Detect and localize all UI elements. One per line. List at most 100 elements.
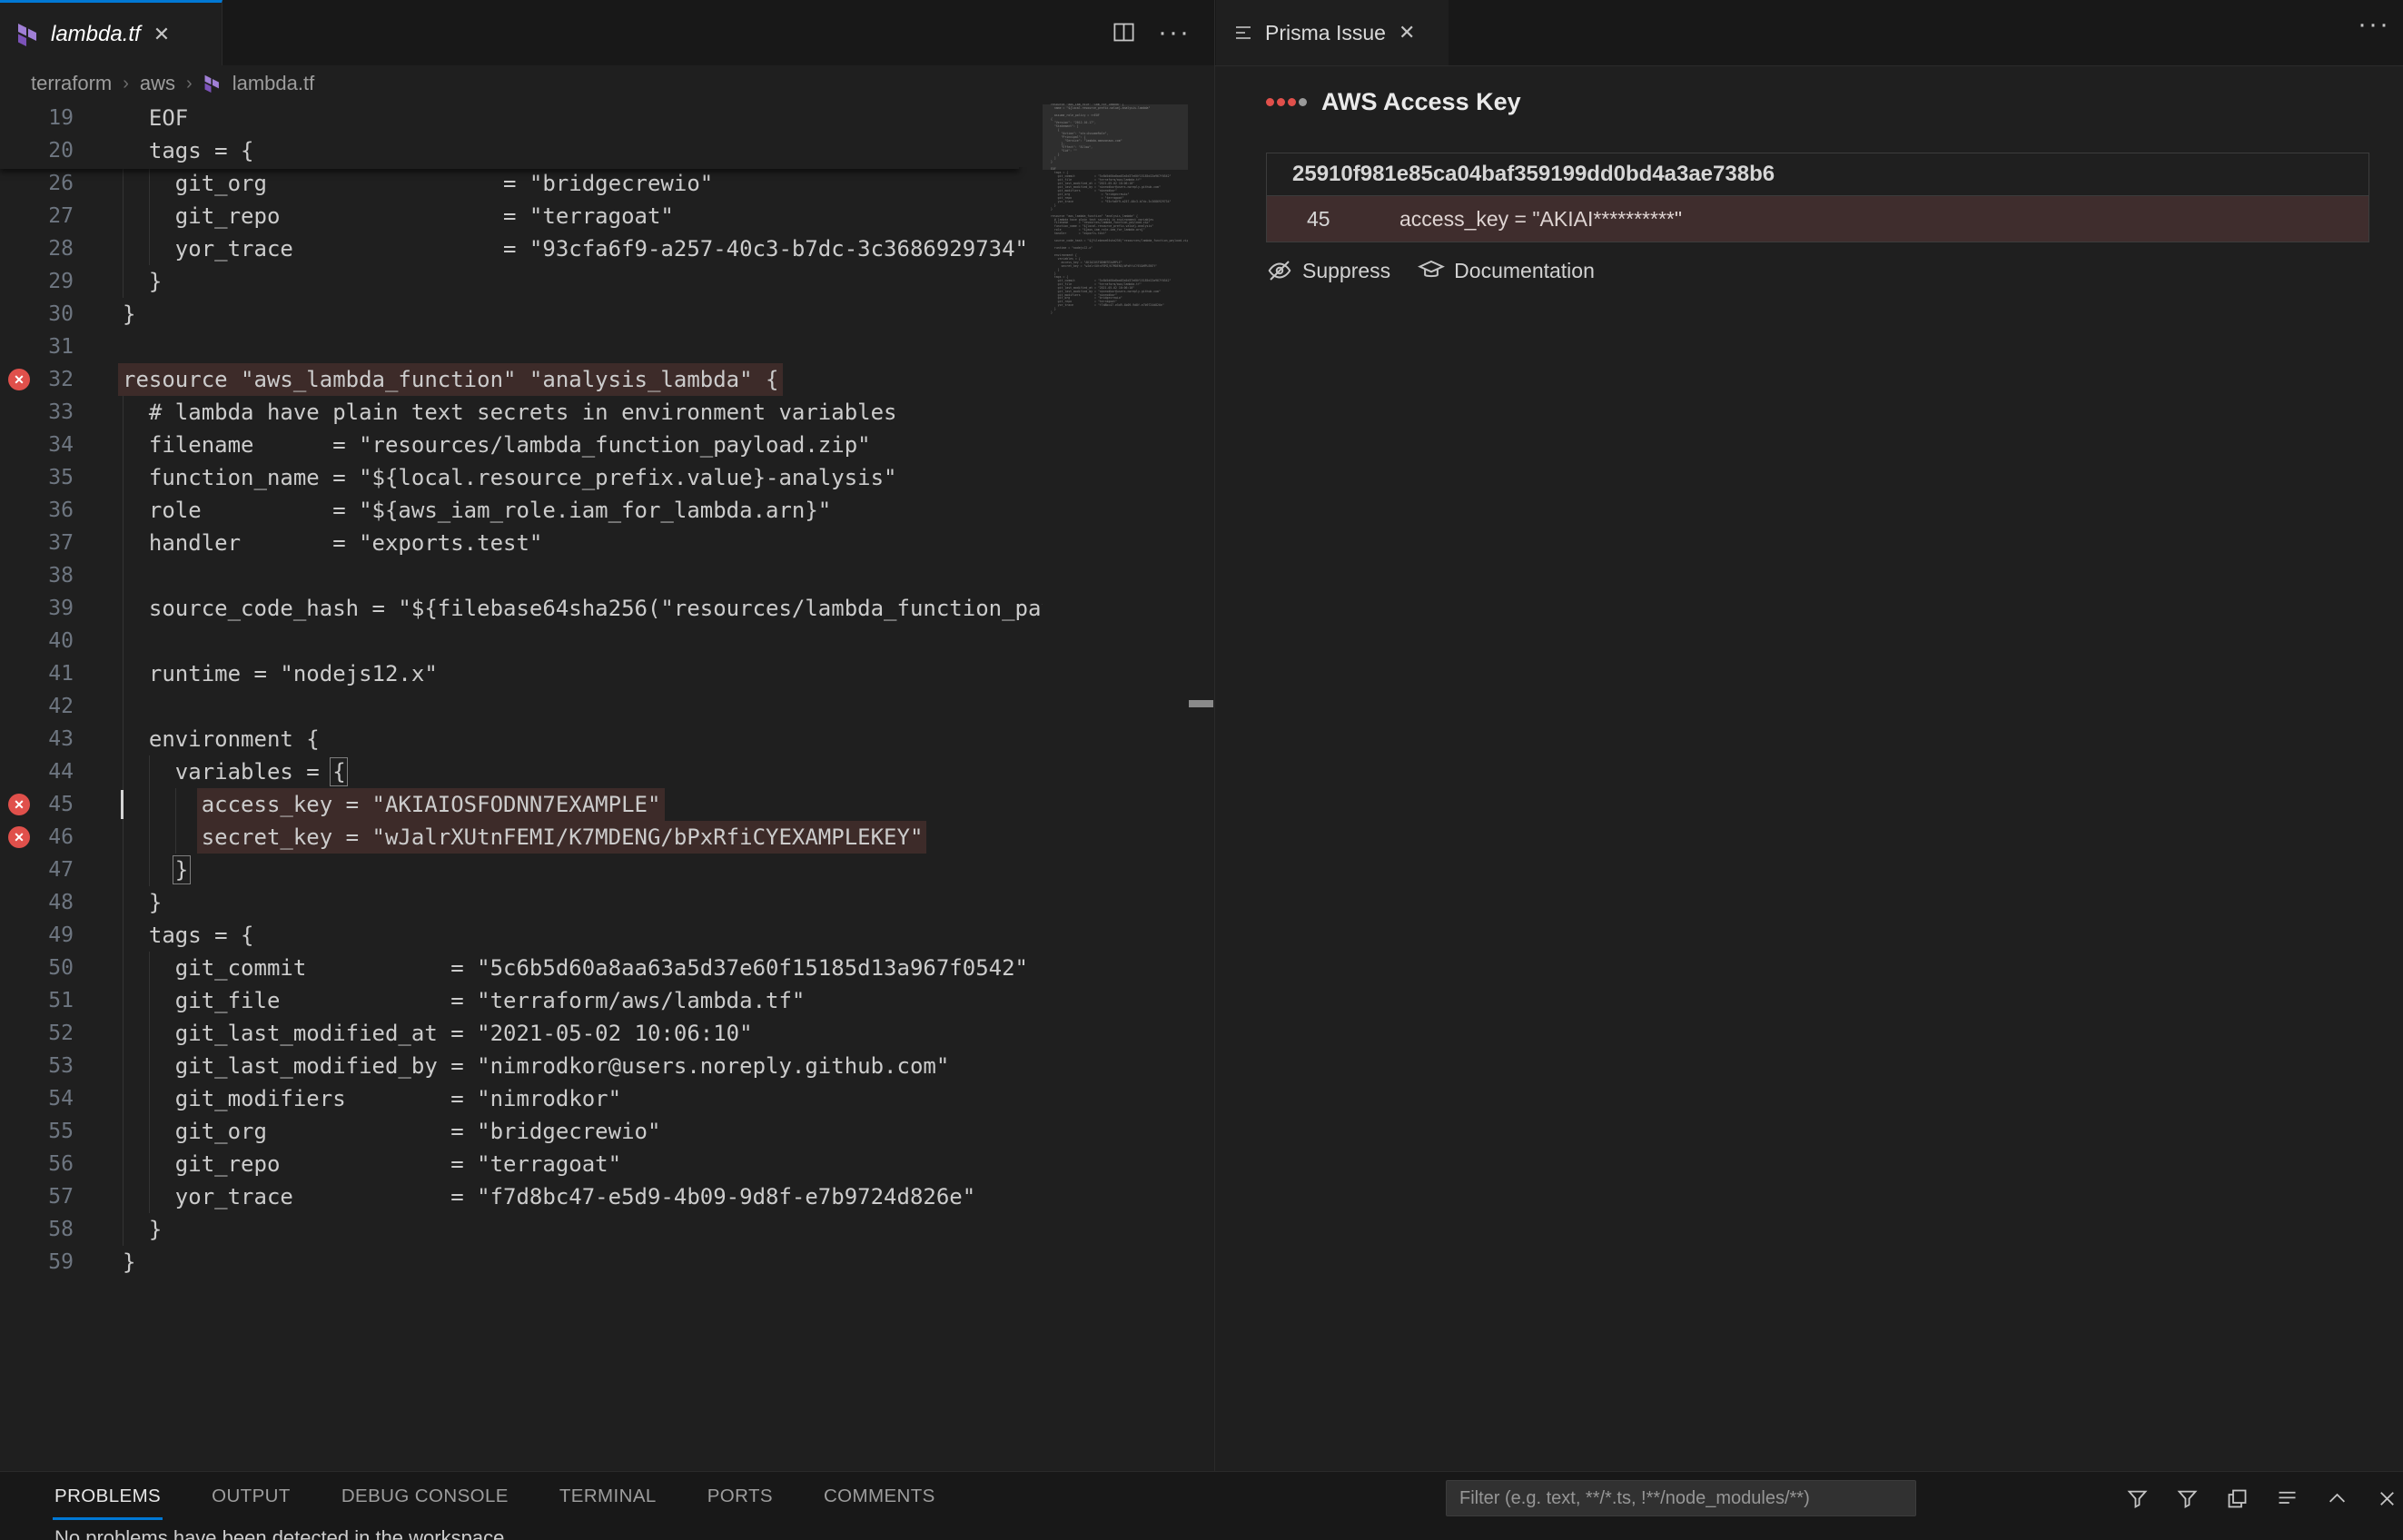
code-text: yor_trace = "93cfa6f9-a257-40c3-b7dc-3c3…: [123, 232, 1028, 265]
code-line-53[interactable]: 53 git_last_modified_by = "nimrodkor@use…: [0, 1050, 1043, 1082]
maximize-panel-icon[interactable]: [2325, 1486, 2349, 1511]
code-line-27[interactable]: 27 git_repo = "terragoat": [0, 200, 1043, 232]
code-line-19[interactable]: 19 EOF: [0, 102, 1043, 134]
code-line-29[interactable]: 29 }: [0, 265, 1043, 298]
code-line-46[interactable]: ✕46 secret_key = "wJalrXUtnFEMI/K7MDENG/…: [0, 821, 1043, 854]
code-text: source_code_hash = "${filebase64sha256("…: [123, 592, 1043, 625]
code-line-40[interactable]: 40: [0, 625, 1043, 657]
editor-more-actions-icon[interactable]: ···: [1158, 24, 1191, 42]
issue-title: AWS Access Key: [1321, 88, 1521, 116]
code-text: git_repo = "terragoat": [123, 1148, 621, 1180]
code-line-39[interactable]: 39 source_code_hash = "${filebase64sha25…: [0, 592, 1043, 625]
line-number: 55: [0, 1115, 74, 1148]
error-marker-icon[interactable]: ✕: [8, 826, 30, 848]
tab-lambda-tf[interactable]: lambda.tf ✕: [0, 0, 222, 65]
code-line-49[interactable]: 49 tags = {: [0, 919, 1043, 952]
line-number: 40: [0, 625, 74, 657]
problems-filter-input[interactable]: [1446, 1480, 1916, 1516]
sticky-scroll-header[interactable]: 19 EOF20 tags = {: [0, 102, 1019, 169]
close-icon[interactable]: ✕: [153, 25, 170, 44]
code-line-28[interactable]: 28 yor_trace = "93cfa6f9-a257-40c3-b7dc-…: [0, 232, 1043, 265]
severity-dots-icon: [1266, 98, 1307, 106]
panel-tab-comments[interactable]: COMMENTS: [822, 1473, 937, 1520]
code-line-50[interactable]: 50 git_commit = "5c6b5d60a8aa63a5d37e60f…: [0, 952, 1043, 984]
panel-tab-bar: Prisma Issue ✕: [1215, 0, 2403, 66]
breadcrumb-item-terraform[interactable]: terraform: [31, 72, 112, 95]
editor-panel-splitter[interactable]: [1214, 0, 1215, 1471]
code-line-26[interactable]: 26 git_org = "bridgecrewio": [0, 167, 1043, 200]
code-line-37[interactable]: 37 handler = "exports.test": [0, 527, 1043, 559]
problems-status-text: No problems have been detected in the wo…: [54, 1526, 504, 1540]
graduation-cap-icon: [1418, 257, 1445, 284]
indent-guide: [123, 690, 124, 723]
indent-guide: [123, 625, 124, 657]
code-text: variables = {: [123, 755, 346, 788]
code-line-47[interactable]: 47 }: [0, 854, 1043, 886]
code-line-44[interactable]: 44 variables = {: [0, 755, 1043, 788]
code-line-45[interactable]: ✕45 access_key = "AKIAIOSFODNN7EXAMPLE": [0, 788, 1043, 821]
finding-row[interactable]: 45 access_key = "AKIAI**********": [1267, 195, 2368, 242]
breadcrumb-item-aws[interactable]: aws: [140, 72, 175, 95]
line-number: 19: [0, 102, 74, 134]
code-line-34[interactable]: 34 filename = "resources/lambda_function…: [0, 429, 1043, 461]
error-marker-icon[interactable]: ✕: [8, 794, 30, 815]
line-number: 35: [0, 461, 74, 494]
panel-tab-debug-console[interactable]: DEBUG CONSOLE: [340, 1473, 510, 1520]
split-editor-icon[interactable]: [1112, 20, 1136, 44]
code-line-43[interactable]: 43 environment {: [0, 723, 1043, 755]
code-line-54[interactable]: 54 git_modifiers = "nimrodkor": [0, 1082, 1043, 1115]
view-as-table-icon[interactable]: [2225, 1486, 2250, 1511]
code-line-20[interactable]: 20 tags = {: [0, 134, 1043, 167]
line-number: 29: [0, 265, 74, 298]
code-line-59[interactable]: 59}: [0, 1246, 1043, 1278]
scrollbar-thumb[interactable]: [1189, 700, 1213, 707]
panel-tab-terminal[interactable]: TERMINAL: [558, 1473, 658, 1520]
breadcrumb-item-lambda.tf[interactable]: lambda.tf: [232, 72, 315, 95]
code-line-38[interactable]: 38: [0, 559, 1043, 592]
line-number: 48: [0, 886, 74, 919]
code-line-56[interactable]: 56 git_repo = "terragoat": [0, 1148, 1043, 1180]
panel-tab-problems[interactable]: PROBLEMS: [53, 1473, 163, 1520]
code-line-51[interactable]: 51 git_file = "terraform/aws/lambda.tf": [0, 984, 1043, 1017]
minimap-slider[interactable]: [1043, 104, 1188, 170]
panel-tab-output[interactable]: OUTPUT: [210, 1473, 292, 1520]
close-icon[interactable]: ✕: [1399, 23, 1415, 43]
list-icon: [1232, 22, 1254, 44]
documentation-button[interactable]: Documentation: [1418, 257, 1595, 284]
code-line-30[interactable]: 30}: [0, 298, 1043, 331]
code-line-32[interactable]: ✕32resource "aws_lambda_function" "analy…: [0, 363, 1043, 396]
panel-more-actions-icon[interactable]: ···: [2358, 9, 2390, 40]
code-text: runtime = "nodejs12.x": [123, 657, 438, 690]
collapse-all-icon[interactable]: [2275, 1486, 2299, 1511]
code-line-36[interactable]: 36 role = "${aws_iam_role.iam_for_lambda…: [0, 494, 1043, 527]
tab-prisma-issue[interactable]: Prisma Issue ✕: [1216, 0, 1449, 65]
prisma-issue-panel: AWS Access Key 25910f981e85ca04baf359199…: [1215, 66, 2403, 1471]
code-text: yor_trace = "f7d8bc47-e5d9-4b09-9d8f-e7b…: [123, 1180, 975, 1213]
code-line-52[interactable]: 52 git_last_modified_at = "2021-05-02 10…: [0, 1017, 1043, 1050]
line-number: 37: [0, 527, 74, 559]
code-line-48[interactable]: 48 }: [0, 886, 1043, 919]
code-text: role = "${aws_iam_role.iam_for_lambda.ar…: [123, 494, 831, 527]
code-line-35[interactable]: 35 function_name = "${local.resource_pre…: [0, 461, 1043, 494]
code-line-41[interactable]: 41 runtime = "nodejs12.x": [0, 657, 1043, 690]
error-marker-icon[interactable]: ✕: [8, 369, 30, 390]
line-number: 33: [0, 396, 74, 429]
line-number: 30: [0, 298, 74, 331]
code-text: }: [123, 1213, 162, 1246]
panel-tab-ports[interactable]: PORTS: [706, 1473, 775, 1520]
code-text: }: [123, 1246, 135, 1278]
code-text: }: [123, 886, 162, 919]
code-line-33[interactable]: 33 # lambda have plain text secrets in e…: [0, 396, 1043, 429]
code-line-31[interactable]: 31: [0, 331, 1043, 363]
code-line-57[interactable]: 57 yor_trace = "f7d8bc47-e5d9-4b09-9d8f-…: [0, 1180, 1043, 1213]
code-line-42[interactable]: 42: [0, 690, 1043, 723]
code-line-58[interactable]: 58 }: [0, 1213, 1043, 1246]
filter-icon[interactable]: [2125, 1486, 2150, 1511]
code-line-55[interactable]: 55 git_org = "bridgecrewio": [0, 1115, 1043, 1148]
line-number: 34: [0, 429, 74, 461]
suppress-button[interactable]: Suppress: [1266, 257, 1390, 284]
close-panel-icon[interactable]: [2375, 1486, 2399, 1511]
filter-funnel-icon[interactable]: [2175, 1486, 2200, 1511]
line-number: 44: [0, 755, 74, 788]
code-editor[interactable]: 26 git_org = "bridgecrewio"27 git_repo =…: [0, 102, 1214, 1471]
